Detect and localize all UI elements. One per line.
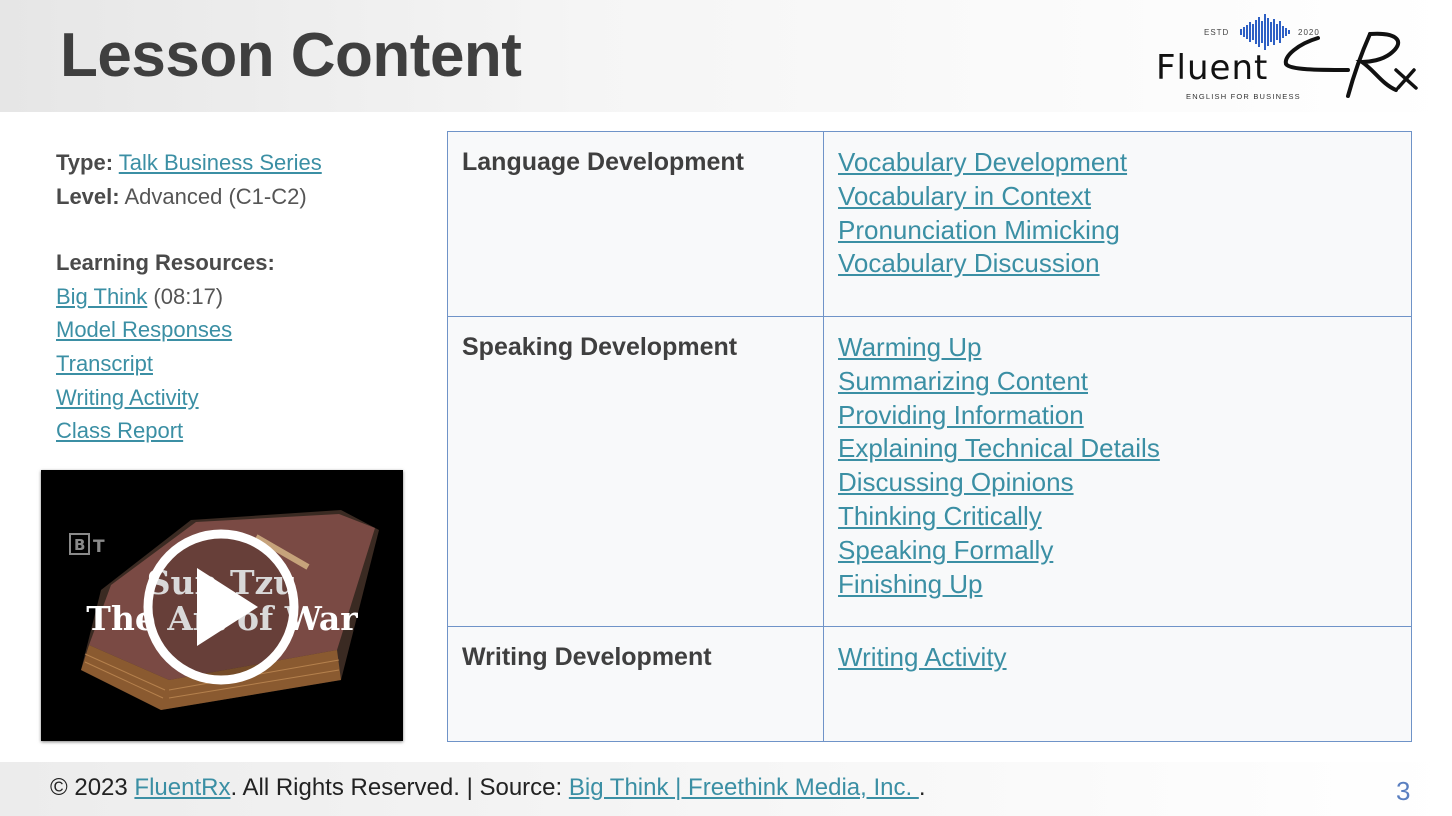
link-summarizing-content[interactable]: Summarizing Content (838, 365, 1397, 399)
video-thumbnail[interactable]: B T Sun Tzu The Art of War (41, 470, 403, 741)
category-language-development: Language Development (447, 131, 824, 317)
type-label: Type: (56, 150, 114, 175)
link-providing-information[interactable]: Providing Information (838, 399, 1397, 433)
level-line: Level: Advanced (C1-C2) (56, 180, 416, 214)
logo-tagline: ENGLISH FOR BUSINESS (1186, 92, 1301, 101)
logo-estd: ESTD (1204, 28, 1230, 37)
bt-letter-b: B (74, 536, 85, 554)
lesson-content-table: Language Development Vocabulary Developm… (447, 131, 1412, 742)
resource-class-report-link[interactable]: Class Report (56, 418, 183, 443)
link-finishing-up[interactable]: Finishing Up (838, 568, 1397, 602)
resource-item: Model Responses (56, 313, 416, 347)
link-pronunciation-mimicking[interactable]: Pronunciation Mimicking (838, 214, 1397, 248)
footer-copyright: © 2023 (50, 774, 135, 801)
footer-end: . (918, 774, 926, 801)
link-explaining-technical-details[interactable]: Explaining Technical Details (838, 432, 1397, 466)
page-title: Lesson Content (60, 21, 522, 90)
link-thinking-critically[interactable]: Thinking Critically (838, 500, 1397, 534)
link-vocabulary-discussion[interactable]: Vocabulary Discussion (838, 247, 1397, 281)
footer-rights: . All Rights Reserved. | Source: (230, 774, 569, 801)
link-writing-activity[interactable]: Writing Activity (838, 641, 1397, 675)
resources-label: Learning Resources: (56, 250, 275, 276)
link-vocabulary-in-context[interactable]: Vocabulary in Context (838, 180, 1397, 214)
resource-model-responses-link[interactable]: Model Responses (56, 317, 232, 342)
speaking-development-links: Warming Up Summarizing Content Providing… (823, 316, 1412, 627)
table-row: Writing Development Writing Activity (447, 626, 1412, 742)
table-row: Speaking Development Warming Up Summariz… (447, 316, 1412, 627)
resource-transcript-link[interactable]: Transcript (56, 351, 153, 376)
fluentrx-logo: ESTD 2020 Fluent ENGLISH FOR BUSINESS (1150, 8, 1422, 108)
link-speaking-formally[interactable]: Speaking Formally (838, 534, 1397, 568)
type-line: Type: Talk Business Series (56, 146, 416, 180)
link-warming-up[interactable]: Warming Up (838, 331, 1397, 365)
slide-footer: © 2023 FluentRx. All Rights Reserved. | … (0, 762, 1452, 816)
bt-logo-icon: B T (69, 533, 105, 557)
play-icon[interactable] (143, 529, 299, 685)
video-frame: B T Sun Tzu The Art of War (69, 510, 379, 710)
lesson-details: Type: Talk Business Series Level: Advanc… (56, 146, 416, 448)
logo-word: Fluent (1156, 48, 1269, 88)
resource-big-think-link[interactable]: Big Think (56, 284, 147, 309)
link-discussing-opinions[interactable]: Discussing Opinions (838, 466, 1397, 500)
footer-source-link[interactable]: Big Think | Freethink Media, Inc. (569, 774, 919, 801)
resource-item: Transcript (56, 347, 416, 381)
resource-item: Class Report (56, 414, 416, 448)
page-number: 3 (1396, 776, 1411, 806)
footer-text: © 2023 FluentRx. All Rights Reserved. | … (50, 774, 925, 802)
footer-brand-link[interactable]: FluentRx (134, 774, 230, 801)
bt-letter-t: T (93, 537, 105, 557)
table-row: Language Development Vocabulary Developm… (447, 131, 1412, 317)
category-writing-development: Writing Development (447, 626, 824, 742)
writing-development-links: Writing Activity (823, 626, 1412, 742)
rx-script-icon (1283, 31, 1418, 98)
resource-item: Writing Activity (56, 381, 416, 415)
link-vocabulary-development[interactable]: Vocabulary Development (838, 146, 1397, 180)
resource-item: Big Think (08:17) (56, 280, 416, 314)
type-link[interactable]: Talk Business Series (119, 150, 322, 175)
category-speaking-development: Speaking Development (447, 316, 824, 627)
level-label: Level: (56, 183, 120, 209)
resource-duration: (08:17) (147, 283, 224, 309)
resource-writing-activity-link[interactable]: Writing Activity (56, 385, 199, 410)
level-value: Advanced (C1-C2) (124, 183, 307, 209)
language-development-links: Vocabulary Development Vocabulary in Con… (823, 131, 1412, 317)
slide-header: Lesson Content ESTD 2020 Fluent ENGLISH … (0, 0, 1452, 112)
